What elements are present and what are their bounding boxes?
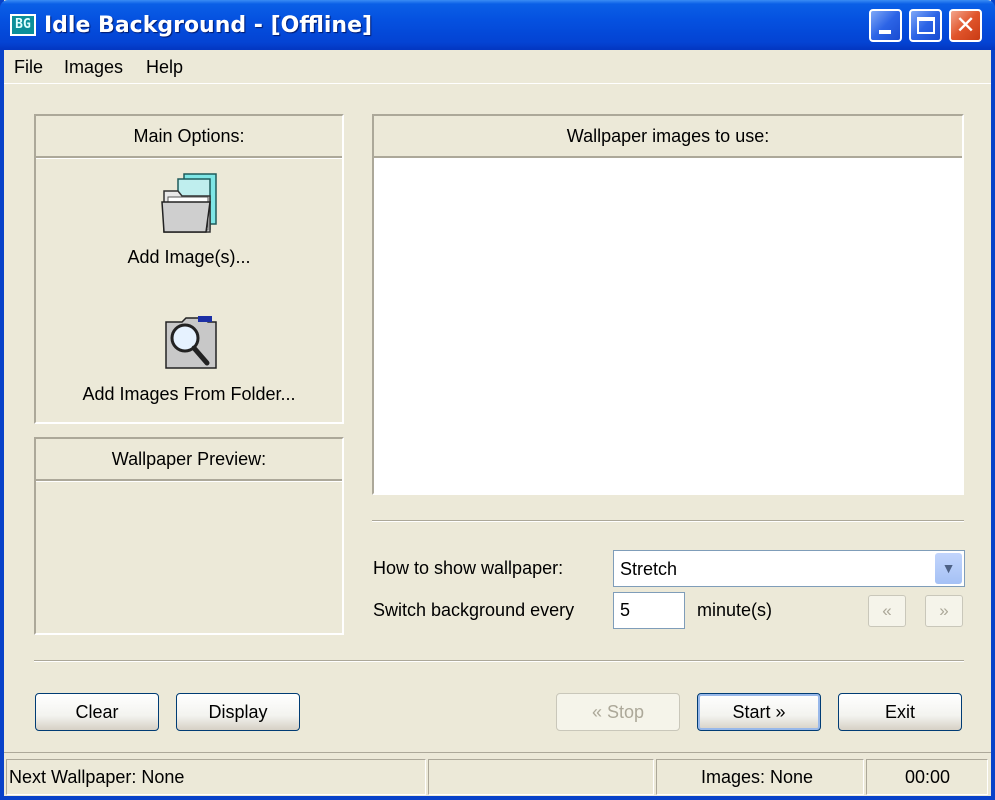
- minimize-button[interactable]: [869, 9, 902, 42]
- close-button[interactable]: ✕: [949, 9, 982, 42]
- menu-images[interactable]: Images: [64, 57, 123, 78]
- wallpaper-preview-header: Wallpaper Preview:: [36, 439, 342, 482]
- add-folder-label: Add Images From Folder...: [82, 384, 296, 404]
- add-folder-option[interactable]: Add Images From Folder...: [39, 314, 339, 410]
- main-options-panel: Main Options: Add Image(s)... Add Images…: [34, 114, 344, 424]
- wallpaper-images-header: Wallpaper images to use:: [374, 116, 962, 159]
- next-wallpaper-button[interactable]: »: [925, 595, 963, 627]
- minimize-icon: [879, 30, 891, 34]
- close-icon: ✕: [955, 12, 976, 39]
- wallpaper-images-list[interactable]: [374, 158, 962, 493]
- folder-search-icon: [165, 316, 217, 369]
- previous-wallpaper-button[interactable]: «: [868, 595, 906, 627]
- switch-background-label: Switch background every: [373, 600, 575, 620]
- menu-bar: File Images Help: [4, 50, 991, 84]
- maximize-button[interactable]: [909, 9, 942, 42]
- status-bar: Next Wallpaper: None Images: None 00:00: [4, 752, 991, 800]
- clear-button[interactable]: Clear: [35, 693, 159, 731]
- app-icon: BG: [10, 14, 36, 36]
- display-button[interactable]: Display: [176, 693, 300, 731]
- status-spacer: [428, 759, 654, 795]
- bottom-divider: [34, 660, 964, 662]
- exit-button[interactable]: Exit: [838, 693, 962, 731]
- title-bar[interactable]: BG Idle Background - [Offline] ✕: [0, 0, 995, 50]
- status-images: Images: None: [656, 759, 864, 795]
- show-wallpaper-label: How to show wallpaper:: [373, 558, 564, 578]
- settings-divider: [372, 520, 964, 522]
- menu-help[interactable]: Help: [146, 57, 183, 78]
- wallpaper-preview-panel: Wallpaper Preview:: [34, 437, 344, 635]
- status-next-wallpaper: Next Wallpaper: None: [6, 759, 426, 795]
- status-time: 00:00: [866, 759, 988, 795]
- stop-button[interactable]: « Stop: [556, 693, 680, 731]
- folder-stack-icon: [161, 173, 217, 233]
- chevron-down-icon[interactable]: ▼: [935, 553, 962, 584]
- wallpaper-images-panel: Wallpaper images to use:: [372, 114, 964, 495]
- maximize-icon: [917, 17, 935, 34]
- show-wallpaper-select[interactable]: Stretch ▼: [613, 550, 965, 587]
- menu-file[interactable]: File: [14, 57, 43, 78]
- window-title: Idle Background - [Offline]: [44, 13, 373, 38]
- minutes-unit-label: minute(s): [697, 600, 773, 620]
- app-window: BG Idle Background - [Offline] ✕ File Im…: [0, 0, 995, 800]
- add-images-label: Add Image(s)...: [127, 247, 251, 267]
- start-button[interactable]: Start »: [697, 693, 821, 731]
- show-wallpaper-value: Stretch: [620, 559, 678, 579]
- main-options-header: Main Options:: [36, 116, 342, 159]
- switch-interval-input[interactable]: 5: [613, 592, 685, 629]
- add-images-option[interactable]: Add Image(s)...: [39, 171, 339, 271]
